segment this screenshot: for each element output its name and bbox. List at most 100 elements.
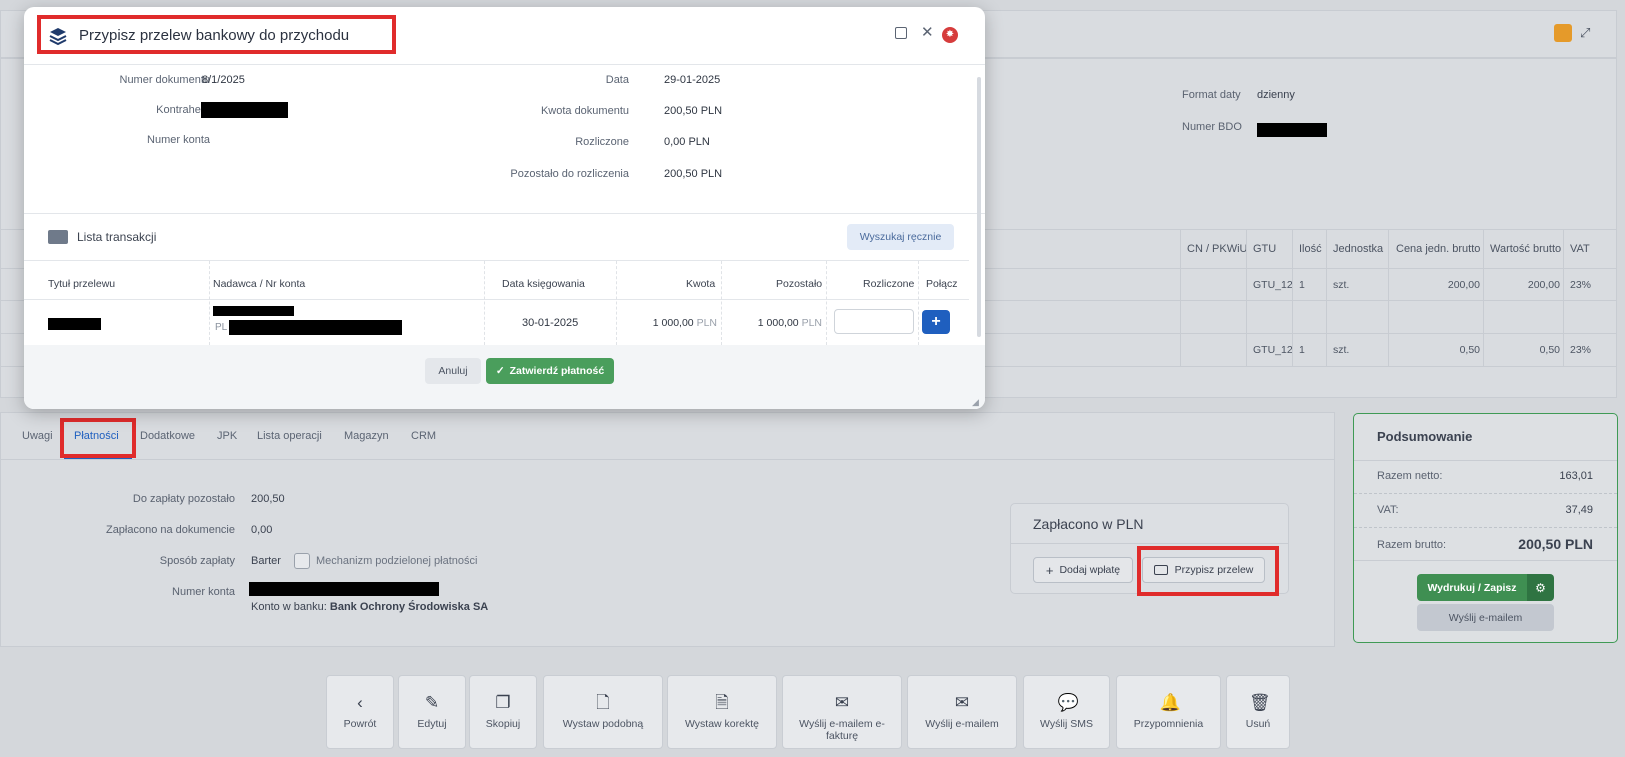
expand-icon[interactable]: ⤢ [1580, 25, 1590, 41]
redacted-sender-account [229, 320, 402, 335]
copy-window-icon[interactable] [895, 27, 907, 39]
col-ilosc: Ilość [1299, 243, 1322, 255]
confirm-payment-button[interactable]: ✓ Zatwierdź płatność [486, 358, 614, 384]
tab-uwagi[interactable]: Uwagi [22, 430, 53, 442]
row1-wartosc: 200,00 [1527, 279, 1560, 291]
row2-jednostka: szt. [1333, 344, 1350, 356]
mechanizm-label[interactable]: Mechanizm podzielonej płatności [316, 555, 477, 567]
table-row[interactable] [24, 300, 969, 345]
rozliczone-input[interactable] [834, 309, 914, 334]
tab-dodatkowe[interactable]: Dodatkowe [140, 430, 195, 442]
do-zaplaty-value: 200,50 [251, 493, 285, 505]
action-label: Wyślij e-mailem [925, 718, 999, 730]
pozostalo-label: Pozostało do rozliczenia [510, 168, 629, 180]
summary-divider [1354, 560, 1617, 561]
cancel-button[interactable]: Anuluj [425, 358, 481, 384]
tx-col-polacz: Połącz [926, 278, 958, 290]
action-label: Wyślij e-mailem e-fakturę [799, 718, 885, 742]
transactions-title: Lista transakcji [77, 230, 157, 244]
assign-transfer-modal: Przypisz przelew bankowy do przychodu ✕ … [24, 7, 985, 409]
dodaj-wplate-button[interactable]: + Dodaj wpłatę [1033, 557, 1133, 583]
grid-line [1246, 229, 1247, 366]
action-button-5[interactable]: ✉ Wyślij e-mailem e-fakturę [782, 675, 902, 749]
action-button-1[interactable]: ✎ Edytuj [398, 675, 466, 749]
summary-divider [1354, 527, 1617, 529]
action-label: Powrót [343, 718, 377, 730]
action-button-6[interactable]: ✉ Wyślij e-mailem [907, 675, 1017, 749]
action-button-3[interactable]: 🗋 Wystaw podobną [543, 675, 663, 749]
close-icon[interactable]: ✕ [921, 23, 934, 41]
highlight-modal-title [37, 15, 396, 54]
row2-ilosc: 1 [1299, 344, 1305, 356]
zaplacono-label: Zapłacono na dokumencie [105, 524, 235, 536]
tab-crm[interactable]: CRM [411, 430, 436, 442]
brutto-label: Razem brutto: [1377, 539, 1447, 551]
row2-cena: 0,50 [1459, 344, 1480, 356]
action-label: Usuń [1245, 718, 1271, 730]
tab-magazyn[interactable]: Magazyn [344, 430, 389, 442]
row2-wartosc: 0,50 [1539, 344, 1560, 356]
summary-divider [1354, 460, 1617, 461]
note-icon[interactable] [1554, 24, 1572, 42]
plus-icon: + [1045, 562, 1054, 578]
action-label: Przypomnienia [1133, 718, 1204, 730]
tx-kwota: 1 000,00 PLN [652, 317, 717, 329]
highlight-przypisz-przelew [1137, 546, 1279, 596]
highlight-platnosci [60, 418, 136, 458]
tx-pozostalo: 1 000,00 PLN [757, 317, 822, 329]
resize-handle-icon[interactable]: ◢ [972, 397, 979, 408]
summary-title: Podsumowanie [1377, 429, 1473, 444]
data-label: Data [605, 74, 629, 86]
zaplacono-value: 0,00 [251, 524, 273, 536]
redacted-kontrahent [201, 102, 288, 118]
tab-lista-operacji[interactable]: Lista operacji [257, 430, 322, 442]
col-cn: CN / PKWiU [1187, 243, 1248, 255]
rozliczone-value: 0,00 PLN [664, 136, 710, 148]
alert-icon[interactable]: ✸ [942, 27, 958, 43]
format-daty-value: dzienny [1257, 89, 1295, 101]
numer-konta-label-modal: Numer konta [147, 134, 210, 146]
mechanizm-checkbox[interactable] [294, 553, 310, 569]
rozliczone-label: Rozliczone [575, 136, 629, 148]
data-value: 29-01-2025 [664, 74, 721, 86]
print-settings-gear-icon[interactable]: ⚙ [1527, 574, 1554, 601]
sms-icon: 💬 [1057, 693, 1079, 712]
scrollbar[interactable] [977, 77, 981, 337]
col-wartosc: Wartość brutto [1490, 243, 1562, 255]
paid-box-title: Zapłacono w PLN [1033, 516, 1144, 532]
action-button-2[interactable]: ❐ Skopiuj [469, 675, 537, 749]
sposob-value[interactable]: Barter [251, 555, 281, 567]
action-button-9[interactable]: 🗑 Usuń [1226, 675, 1290, 749]
konto-w-banku: Konto w banku: Bank Ochrony Środowiska S… [251, 601, 489, 613]
envelope-icon: ✉ [834, 693, 850, 712]
kontrahent-label: Kontrahent [156, 104, 210, 116]
tx-col-rozliczone: Rozliczone [863, 278, 915, 290]
action-label: Edytuj [417, 718, 447, 730]
grid-line [1326, 229, 1327, 366]
brutto-value: 200,50 PLN [1518, 536, 1593, 552]
netto-value: 163,01 [1559, 470, 1593, 482]
redacted-account [249, 582, 439, 596]
send-email-button[interactable]: Wyślij e-mailem [1417, 604, 1554, 631]
netto-label: Razem netto: [1377, 470, 1443, 482]
bell-icon: 🔔 [1159, 693, 1181, 712]
numer-bdo-label: Numer BDO [1182, 121, 1242, 133]
sposob-label: Sposób zapłaty [159, 555, 235, 567]
numer-dokumentu-label: Numer dokumentu [119, 74, 211, 86]
action-button-8[interactable]: 🔔 Przypomnienia [1116, 675, 1221, 749]
tab-jpk[interactable]: JPK [217, 430, 237, 442]
action-label: Wystaw podobną [562, 718, 644, 730]
action-button-4[interactable]: 🗎 Wystaw korektę [667, 675, 777, 749]
paid-box-divider [1010, 543, 1289, 544]
tx-col-data: Data księgowania [502, 278, 585, 290]
grid-line [1292, 229, 1293, 366]
print-save-button[interactable]: Wydrukuj / Zapisz [1417, 574, 1527, 601]
connect-plus-button[interactable]: + [922, 310, 950, 334]
pozostalo-value: 200,50 PLN [664, 168, 723, 180]
pencil-icon: ✎ [424, 693, 440, 712]
search-manual-button[interactable]: Wyszukaj ręcznie [847, 224, 954, 250]
action-button-7[interactable]: 💬 Wyślij SMS [1023, 675, 1110, 749]
document-edit-icon: 🗎 [715, 693, 729, 712]
vat-value: 37,49 [1565, 504, 1593, 516]
action-button-0[interactable]: ‹ Powrót [326, 675, 394, 749]
